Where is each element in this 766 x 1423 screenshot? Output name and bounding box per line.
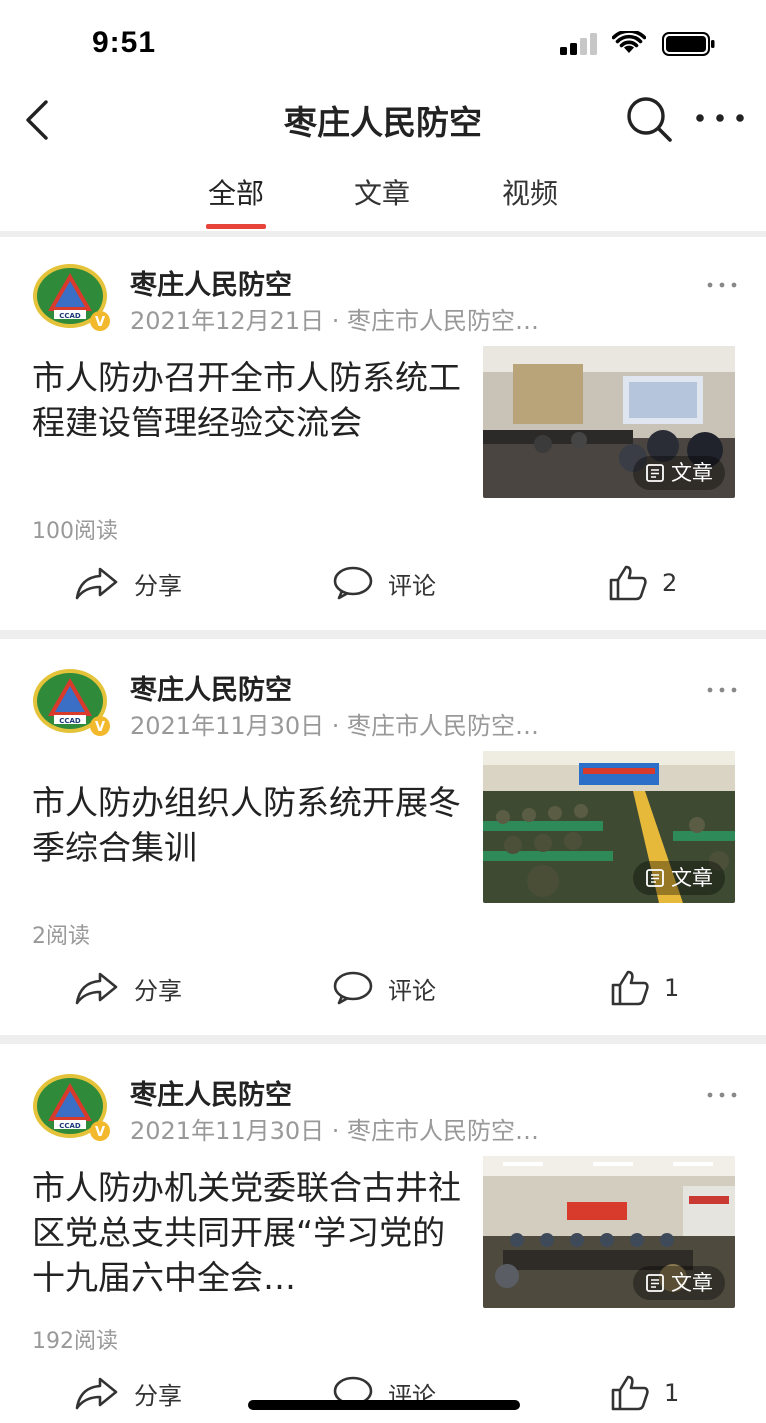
- share-icon: [75, 1377, 118, 1410]
- article-type-badge: 文章: [633, 456, 725, 490]
- action-bar: 分享 评论 1: [0, 960, 766, 1016]
- comment-button[interactable]: 评论: [332, 563, 436, 603]
- battery-icon: [662, 32, 715, 56]
- more-icon[interactable]: [700, 273, 744, 297]
- svg-text:V: V: [95, 720, 105, 735]
- article-headline[interactable]: 市人防办机关党委联合古井社区党总支共同开展“学习党的十九届六中全会…: [32, 1165, 462, 1300]
- more-icon[interactable]: [692, 98, 748, 138]
- comment-button[interactable]: 评论: [332, 968, 436, 1008]
- article-headline[interactable]: 市人防办召开全市人防系统工程建设管理经验交流会: [32, 355, 462, 445]
- like-icon: [609, 565, 647, 601]
- svg-text:V: V: [95, 1125, 105, 1140]
- share-button[interactable]: 分享: [74, 1373, 182, 1413]
- svg-text:CCAD: CCAD: [59, 312, 81, 320]
- article-type-badge: 文章: [633, 861, 725, 895]
- read-count: 192阅读: [32, 1329, 118, 1354]
- feed-card[interactable]: CCAD V 枣庄人民防空 2021年11月30日 · 枣庄市人民防空… 市人防…: [0, 642, 766, 1038]
- article-icon: [646, 869, 664, 887]
- card-separator: [0, 1035, 766, 1044]
- share-button[interactable]: 分享: [74, 968, 182, 1008]
- like-icon: [611, 970, 649, 1006]
- share-button[interactable]: 分享: [74, 563, 182, 603]
- action-bar: 分享 评论 1: [0, 1365, 766, 1421]
- comment-icon: [333, 566, 373, 600]
- tab-indicator: [206, 224, 266, 229]
- author-name[interactable]: 枣庄人民防空: [130, 668, 292, 707]
- like-button[interactable]: 2: [608, 563, 677, 603]
- article-thumbnail[interactable]: 文章: [483, 1156, 735, 1308]
- article-type-badge: 文章: [633, 1266, 725, 1300]
- badge-label: 文章: [671, 1271, 713, 1295]
- avatar[interactable]: CCAD V: [32, 668, 112, 738]
- post-meta: 2021年11月30日 · 枣庄市人民防空…: [130, 1117, 540, 1145]
- like-button[interactable]: 1: [610, 1373, 679, 1413]
- comment-label: 评论: [388, 571, 436, 600]
- avatar[interactable]: CCAD V: [32, 1073, 112, 1143]
- feed-card[interactable]: CCAD V 枣庄人民防空 2021年12月21日 · 枣庄市人民防空… 市人防…: [0, 237, 766, 633]
- badge-label: 文章: [671, 461, 713, 485]
- home-indicator[interactable]: [248, 1400, 520, 1410]
- comment-icon: [333, 971, 373, 1005]
- read-count: 100阅读: [32, 519, 118, 544]
- action-bar: 分享 评论 2: [0, 555, 766, 611]
- post-meta: 2021年11月30日 · 枣庄市人民防空…: [130, 712, 540, 740]
- author-name[interactable]: 枣庄人民防空: [130, 263, 292, 302]
- tab-all[interactable]: 全部: [186, 172, 286, 212]
- share-label: 分享: [134, 1381, 182, 1410]
- avatar[interactable]: CCAD V: [32, 263, 112, 333]
- status-time: 9:51: [92, 26, 157, 59]
- like-icon: [611, 1375, 649, 1411]
- tab-videos[interactable]: 视频: [480, 172, 580, 212]
- badge-label: 文章: [671, 866, 713, 890]
- share-label: 分享: [134, 571, 182, 600]
- like-count: 2: [662, 569, 678, 597]
- card-separator: [0, 630, 766, 639]
- more-icon[interactable]: [700, 678, 744, 702]
- nav-bar: 枣庄人民防空: [0, 88, 766, 150]
- read-count: 2阅读: [32, 924, 90, 949]
- tab-bar: 全部 文章 视频: [0, 160, 766, 232]
- svg-text:CCAD: CCAD: [59, 1122, 81, 1130]
- status-bar: 9:51: [0, 0, 766, 88]
- like-count: 1: [664, 974, 680, 1002]
- search-icon[interactable]: [624, 94, 674, 144]
- article-icon: [646, 464, 664, 482]
- svg-text:V: V: [95, 315, 105, 330]
- article-icon: [646, 1274, 664, 1292]
- share-icon: [75, 972, 118, 1005]
- article-thumbnail[interactable]: 文章: [483, 751, 735, 903]
- tab-articles[interactable]: 文章: [332, 172, 432, 212]
- feed-card[interactable]: CCAD V 枣庄人民防空 2021年11月30日 · 枣庄市人民防空… 市人防…: [0, 1047, 766, 1423]
- more-icon[interactable]: [700, 1083, 744, 1107]
- like-count: 1: [664, 1379, 680, 1407]
- wifi-icon: [612, 31, 646, 53]
- author-name[interactable]: 枣庄人民防空: [130, 1073, 292, 1112]
- comment-label: 评论: [388, 976, 436, 1005]
- post-meta: 2021年12月21日 · 枣庄市人民防空…: [130, 307, 540, 335]
- article-headline[interactable]: 市人防办组织人防系统开展冬季综合集训: [32, 780, 462, 870]
- article-thumbnail[interactable]: 文章: [483, 346, 735, 498]
- share-label: 分享: [134, 976, 182, 1005]
- share-icon: [75, 567, 118, 600]
- cellular-signal-icon: [560, 33, 597, 55]
- svg-text:CCAD: CCAD: [59, 717, 81, 725]
- like-button[interactable]: 1: [610, 968, 679, 1008]
